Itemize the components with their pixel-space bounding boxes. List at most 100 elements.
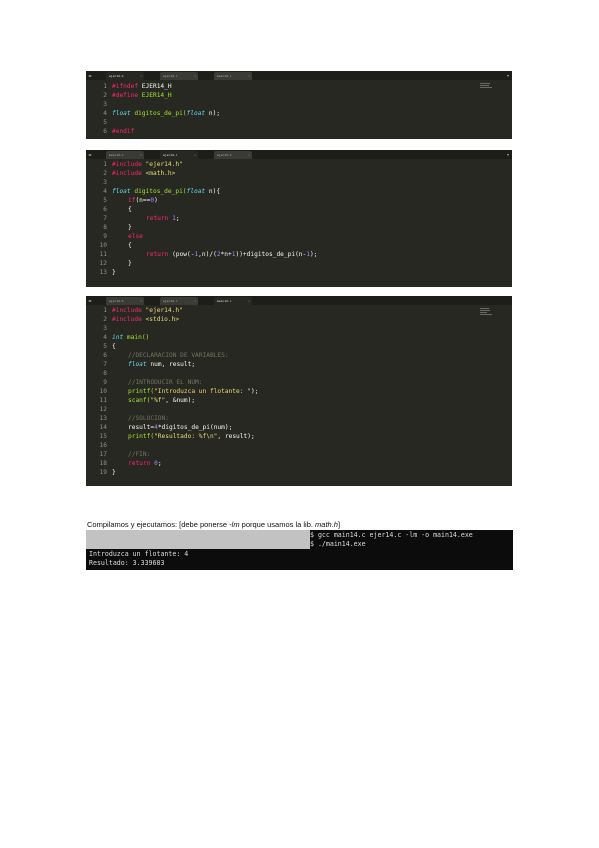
line-number: 4: [103, 110, 107, 117]
line-number: 5: [103, 119, 107, 126]
tab-ejer14-c[interactable]: ejer14.c ×: [160, 151, 198, 159]
line-number: 7: [103, 361, 107, 368]
line-number: 1: [103, 83, 107, 90]
code-line: printf("Introduzca un flotante: ");: [128, 388, 259, 395]
code-line: return 1;: [146, 215, 180, 222]
code-line: printf("Resultado: %f\n", result);: [128, 433, 255, 440]
tab-label: ejer14.h: [109, 74, 124, 78]
code-line: scanf("%f", &num);: [128, 397, 196, 404]
tab-ejer14-h[interactable]: ejer14.h ×: [214, 151, 252, 159]
line-number: 6: [103, 352, 107, 359]
line-number: 2: [103, 316, 107, 323]
tab-label: ejer14.c: [163, 153, 178, 157]
terminal-command-compile: $ gcc main14.c ejer14.c -lm -o main14.ex…: [310, 531, 473, 539]
code-line: float num, result;: [128, 361, 196, 368]
code-area[interactable]: 1 #ifndef EJER14_H 2 #define EJER14_H 3 4f…: [86, 80, 512, 139]
line-number: 14: [99, 424, 107, 431]
tab-main14-c[interactable]: main14.c ×: [214, 297, 252, 305]
nav-arrows-icon[interactable]: ◂▸: [88, 151, 92, 158]
tab-ejer14-h[interactable]: ejer14.h ×: [106, 72, 144, 80]
tab-label: main14.c: [217, 74, 232, 78]
line-number: 10: [99, 388, 107, 395]
compile-caption: Compilamos y ejecutamos: [debe ponerse -…: [87, 520, 341, 529]
dropdown-icon[interactable]: ▾: [507, 72, 509, 79]
tab-label: ejer14.c: [163, 74, 178, 78]
code-line: #endif: [112, 128, 135, 135]
line-number: 12: [99, 406, 107, 413]
code-line: result=4*digitos_de_pi(num);: [128, 424, 233, 431]
tab-label: ejer14.h: [217, 153, 232, 157]
line-number: 13: [99, 269, 107, 276]
line-number: 13: [99, 415, 107, 422]
dropdown-icon[interactable]: ▾: [507, 151, 509, 158]
code-line: return 0;: [128, 460, 162, 467]
terminal-output-result: Resultado: 3.339683: [89, 559, 165, 567]
line-number: 6: [103, 206, 107, 213]
nav-arrows-icon[interactable]: ◂▸: [88, 72, 92, 79]
code-line: float digitos_de_pi(float n);: [112, 110, 221, 117]
line-number: 19: [99, 469, 107, 476]
terminal-overlay: [86, 530, 310, 549]
line-number: 15: [99, 433, 107, 440]
line-number: 8: [103, 224, 107, 231]
code-area[interactable]: 1 #include "ejer14.h" 2 #include <stdio.h>…: [86, 305, 512, 486]
close-icon[interactable]: ×: [140, 297, 142, 305]
line-number: 17: [99, 451, 107, 458]
line-number: 3: [103, 325, 107, 332]
code-line: #include "ejer14.h": [112, 161, 183, 168]
close-icon[interactable]: ×: [194, 297, 196, 305]
close-icon[interactable]: ×: [140, 72, 142, 80]
code-line: }: [112, 269, 116, 276]
line-number: 5: [103, 197, 107, 204]
close-icon[interactable]: ×: [248, 151, 250, 159]
line-number: 11: [99, 251, 107, 258]
line-number: 4: [103, 188, 107, 195]
line-number: 5: [103, 343, 107, 350]
code-line: //SOLUCION:: [128, 415, 169, 422]
line-number: 2: [103, 170, 107, 177]
tab-main14-c[interactable]: main14.c ×: [214, 72, 252, 80]
editor-ejer14-h: ◂▸ ejer14.h × ejer14.c × main14.c × ▾ 1 #ifn…: [86, 71, 512, 139]
code-line: else: [128, 233, 143, 240]
line-number: 12: [99, 260, 107, 267]
tab-label: ejer14.h: [109, 299, 124, 303]
tab-ejer14-c[interactable]: ejer14.c ×: [160, 72, 198, 80]
code-line: if(n==0): [128, 197, 158, 204]
close-icon[interactable]: ×: [194, 72, 196, 80]
close-icon[interactable]: ×: [248, 297, 250, 305]
code-line: {: [128, 206, 132, 213]
line-number: 1: [103, 161, 107, 168]
terminal-output-prompt: Introduzca un flotante: 4: [89, 550, 189, 558]
tab-main14-c[interactable]: main14.c ×: [106, 151, 144, 159]
line-number: 7: [103, 215, 107, 222]
close-icon[interactable]: ×: [248, 72, 250, 80]
terminal-command-run: $ ./main14.exe: [310, 540, 366, 548]
tab-label: main14.c: [109, 153, 124, 157]
tab-bar: ◂▸ ejer14.h × ejer14.c × main14.c ×: [86, 296, 512, 305]
close-icon[interactable]: ×: [140, 151, 142, 159]
tab-bar: ◂▸ ejer14.h × ejer14.c × main14.c × ▾: [86, 71, 512, 80]
line-number: 4: [103, 334, 107, 341]
tab-ejer14-h[interactable]: ejer14.h ×: [106, 297, 144, 305]
terminal-window[interactable]: $ gcc main14.c ejer14.c -lm -o main14.ex…: [86, 530, 513, 570]
code-line: #ifndef EJER14_H: [112, 83, 172, 90]
code-line: #include "ejer14.h": [112, 307, 183, 314]
code-line: //INTRODUCIR EL NUM:: [128, 379, 203, 386]
code-line: #include <math.h>: [112, 170, 176, 177]
tab-ejer14-c[interactable]: ejer14.c ×: [160, 297, 198, 305]
editor-main14-c: ◂▸ ejer14.h × ejer14.c × main14.c × 1 #inclu…: [86, 296, 512, 486]
code-line: }: [128, 224, 132, 231]
close-icon[interactable]: ×: [194, 151, 196, 159]
code-line: {: [128, 242, 132, 249]
line-number: 6: [103, 128, 107, 135]
code-area[interactable]: 1 #include "ejer14.h" 2 #include <math.h> …: [86, 159, 512, 287]
line-number: 3: [103, 101, 107, 108]
code-line: return (pow(-1,n)/(2*n+1))+digitos_de_pi…: [146, 251, 318, 258]
code-line: //DECLARACION DE VARIABLES:: [128, 352, 229, 359]
code-line: }: [128, 260, 132, 267]
line-number: 8: [103, 370, 107, 377]
line-number: 1: [103, 307, 107, 314]
tab-label: main14.c: [217, 299, 232, 303]
line-number: 11: [99, 397, 107, 404]
nav-arrows-icon[interactable]: ◂▸: [88, 297, 92, 304]
